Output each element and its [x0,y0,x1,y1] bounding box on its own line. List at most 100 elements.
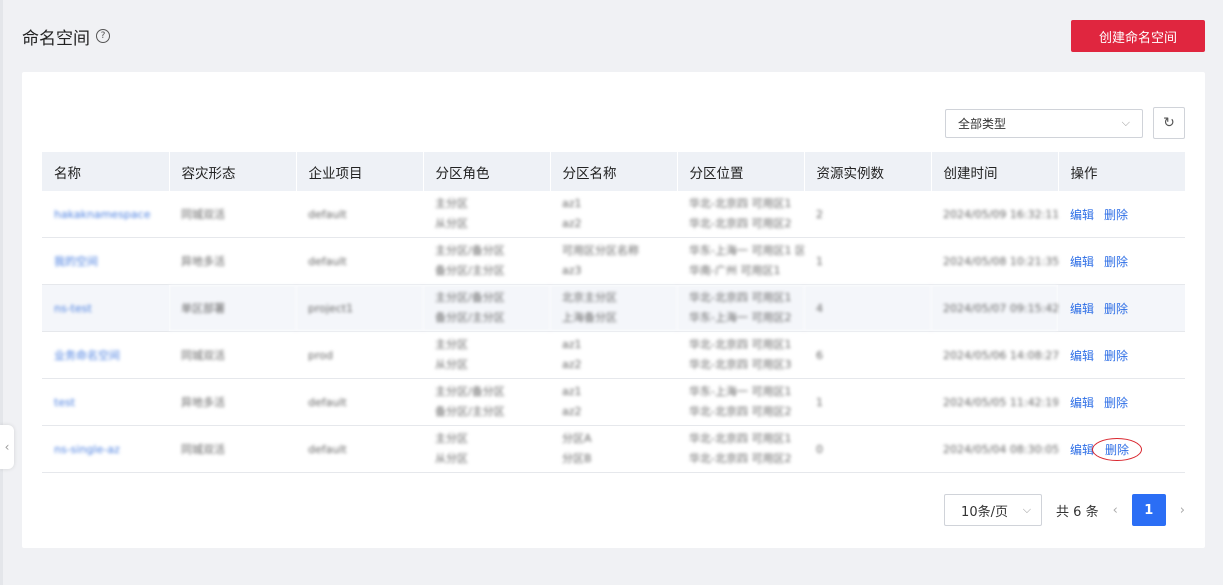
project-cell: project1 [296,284,423,332]
role-cell: 主分区 从分区 [423,425,550,473]
create-namespace-button[interactable]: 创建命名空间 [1071,20,1205,52]
col-header-location: 分区位置 [677,152,805,191]
role-line: 主分区/备分区 [435,385,505,398]
role-line: 主分区 [435,432,468,445]
col-header-role: 分区角色 [423,152,551,191]
dr-type-cell: 单区部署 [169,284,296,332]
toolbar: 全部类型 ⌵ ↻ [945,107,1185,139]
delete-button[interactable]: 删除 [1104,349,1128,363]
location-cell: 华东-上海一 可用区1 区域2 华南-广州 可用区1 [677,237,804,285]
namespace-name-cell: test [42,378,169,426]
actions-cell: 编辑 删除 [1058,331,1185,379]
page-number-current[interactable]: 1 [1131,494,1166,526]
page-header: 命名空间 ? 创建命名空间 [22,20,1205,52]
delete-button[interactable]: 删除 [1104,302,1128,316]
namespace-name-cell: 我的空间 [42,237,169,285]
delete-button[interactable]: 删除 [1092,437,1143,461]
type-filter-value: 全部类型 [958,116,1007,131]
role-cell: 主分区/备分区 备分区/主分区 [423,378,550,426]
location-line: 华南-广州 可用区1 [689,264,781,277]
partition-name-cell: 北京主分区 上海备分区 [550,284,677,332]
edit-button[interactable]: 编辑 [1070,208,1094,222]
partition-name-line: 上海备分区 [562,311,617,324]
namespace-name-link[interactable]: hakaknamespace [54,208,150,221]
edit-button[interactable]: 编辑 [1070,255,1094,269]
project-cell: default [296,191,423,238]
delete-button[interactable]: 删除 [1104,208,1128,222]
help-icon[interactable]: ? [96,29,110,43]
namespace-name-cell: 业务命名空间 [42,331,169,379]
table-row: hakaknamespace 同城双活 default 主分区 从分区 az1 az2 华北-… [42,191,1185,238]
namespace-name-link[interactable]: 业务命名空间 [54,349,120,362]
refresh-button[interactable]: ↻ [1153,107,1185,139]
table-row: test 异地多活 default 主分区/备分区 备分区/主分区 az1 az2 华东-上海… [42,378,1185,426]
partition-name-line: az2 [562,405,582,418]
chevron-left-icon: ‹ [4,440,10,454]
created-time-cell: 2024/05/06 14:08:27 GMT [931,331,1058,379]
next-page-icon[interactable]: › [1180,503,1185,518]
edit-button[interactable]: 编辑 [1070,349,1094,363]
location-line: 华东-上海一 可用区2 [689,311,792,324]
edit-button[interactable]: 编辑 [1070,443,1094,457]
sidebar-collapse-toggle[interactable]: ‹ [0,425,14,469]
partition-name-cell: 分区A 分区B [550,425,677,473]
partition-name-line: az3 [562,264,582,277]
location-line: 华东-上海一 可用区1 区域2 [689,244,804,257]
instance-count-cell: 1 [804,237,931,285]
col-header-project: 企业项目 [296,152,424,191]
left-edge [0,0,3,585]
actions-cell: 编辑 删除 [1058,237,1185,285]
namespace-name-link[interactable]: ns-single-az [54,443,120,456]
created-time-cell: 2024/05/05 11:42:19 GMT [931,378,1058,426]
page-size-select[interactable]: 10条/页 ⌵ [944,494,1043,526]
instance-count-cell: 1 [804,378,931,426]
prev-page-icon[interactable]: ‹ [1113,503,1118,518]
namespace-name-cell: hakaknamespace [42,191,169,238]
actions-cell: 编辑 删除 [1058,378,1185,426]
location-line: 华北-北京四 可用区2 [689,452,792,465]
namespace-name-link[interactable]: test [54,396,75,409]
dr-type-cell: 异地多活 [169,378,296,426]
col-header-created-time[interactable]: 创建时间 [931,152,1059,191]
namespace-table: 名称 容灾形态 企业项目 分区角色 分区名称 分区位置 资源实例数 创建时间 操… [42,152,1185,473]
location-line: 华北-北京四 可用区1 [689,338,792,351]
partition-name-cell: az1 az2 [550,191,677,238]
location-line: 华北-北京四 可用区2 [689,217,792,230]
partition-name-cell: az1 az2 [550,378,677,426]
role-line: 主分区/备分区 [435,244,505,257]
dr-type-cell: 异地多活 [169,237,296,285]
role-cell: 主分区 从分区 [423,191,550,238]
namespace-name-link[interactable]: 我的空间 [54,255,98,268]
delete-button[interactable]: 删除 [1104,396,1128,410]
delete-button[interactable]: 删除 [1104,255,1128,269]
col-header-name[interactable]: 名称 [42,152,170,191]
namespace-name-cell: ns-test [42,284,169,332]
table-row: ns-test 单区部署 project1 主分区/备分区 备分区/主分区 北京主分区 上海… [42,284,1185,332]
location-line: 华北-北京四 可用区1 [689,432,792,445]
namespace-name-link[interactable]: ns-test [54,302,92,315]
partition-name-line: az1 [562,385,582,398]
project-cell: default [296,378,423,426]
page-size-value: 10条/页 [961,504,1008,520]
partition-name-line: az2 [562,358,582,371]
table-row: ns-single-az 同城双活 default 主分区 从分区 分区A 分区B 华北-北京… [42,425,1185,473]
location-line: 华北-北京四 可用区3 [689,358,792,371]
created-time-cell: 2024/05/07 09:15:42 GMT [931,284,1058,332]
type-filter-select[interactable]: 全部类型 ⌵ [945,108,1143,138]
location-line: 华北-北京四 可用区1 [689,197,792,210]
page-title: 命名空间 [22,28,90,49]
table-row: 业务命名空间 同城双活 prod 主分区 从分区 az1 az2 华北-北京四 可用区1 华北-… [42,331,1185,379]
partition-name-cell: 可用区分区名称 az3 [550,237,677,285]
chevron-down-icon: ⌵ [1022,503,1032,516]
col-header-dr: 容灾形态 [169,152,297,191]
edit-button[interactable]: 编辑 [1070,396,1094,410]
edit-button[interactable]: 编辑 [1070,302,1094,316]
total-count: 共 6 条 [1056,504,1099,520]
dr-type-cell: 同城双活 [169,425,296,473]
created-time-cell: 2024/05/08 10:21:35 GMT [931,237,1058,285]
project-cell: default [296,425,423,473]
col-header-actions: 操作 [1058,152,1185,191]
dr-type-cell: 同城双活 [169,331,296,379]
role-line: 主分区 [435,197,468,210]
role-cell: 主分区 从分区 [423,331,550,379]
